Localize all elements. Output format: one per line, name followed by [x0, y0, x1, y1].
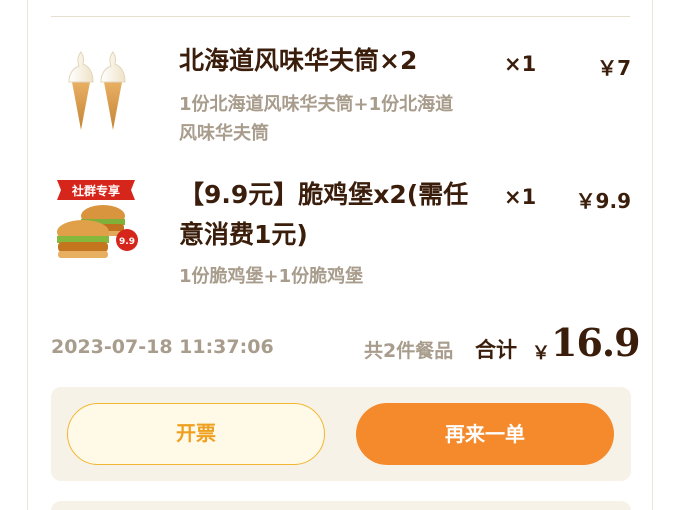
item-name: 【9.9元】脆鸡堡x2(需任 — [179, 180, 469, 209]
reorder-button[interactable]: 再来一单 — [356, 403, 614, 465]
price-tag-text: 9.9 — [119, 237, 135, 247]
item-name-cont: 意消费1元) — [179, 220, 308, 249]
currency-symbol: ￥ — [532, 343, 550, 364]
order-timestamp: 2023-07-18 11:37:06 — [51, 336, 274, 358]
order-item: 社群专享 9.9 【9.9元】脆鸡堡x2(需任 意消费1元) 1份脆鸡堡+1份脆… — [51, 170, 631, 295]
item-quantity: ×1 — [504, 52, 537, 76]
item-quantity: ×1 — [504, 185, 537, 209]
item-name: 北海道风味华夫筒×2 — [179, 46, 418, 75]
item-description-cont: 风味华夫筒 — [179, 123, 269, 144]
item-price: ￥9.9 — [575, 189, 631, 213]
invoice-button[interactable]: 开票 — [67, 403, 325, 465]
item-description: 1份脆鸡堡+1份脆鸡堡 — [179, 266, 364, 287]
total-label: 合计 — [475, 338, 517, 362]
next-panel — [51, 501, 631, 510]
ice-cream-cones-icon — [51, 40, 143, 132]
chicken-burgers-icon: 社群专享 9.9 — [51, 174, 143, 266]
item-count: 共2件餐品 — [364, 340, 454, 362]
item-price: ￥7 — [597, 56, 631, 80]
action-panel: 开票 再来一单 — [51, 387, 631, 481]
top-divider — [51, 16, 630, 17]
item-description: 1份北海道风味华夫筒+1份北海道 — [179, 94, 454, 115]
total-amount: 16.9 — [551, 320, 641, 365]
order-summary: 2023-07-18 11:37:06 共2件餐品 合计 ￥ 16.9 — [51, 320, 641, 374]
badge-text: 社群专享 — [71, 183, 120, 198]
order-item: 北海道风味华夫筒×2 1份北海道风味华夫筒+1份北海道 风味华夫筒 ×1 ￥7 — [51, 40, 631, 150]
